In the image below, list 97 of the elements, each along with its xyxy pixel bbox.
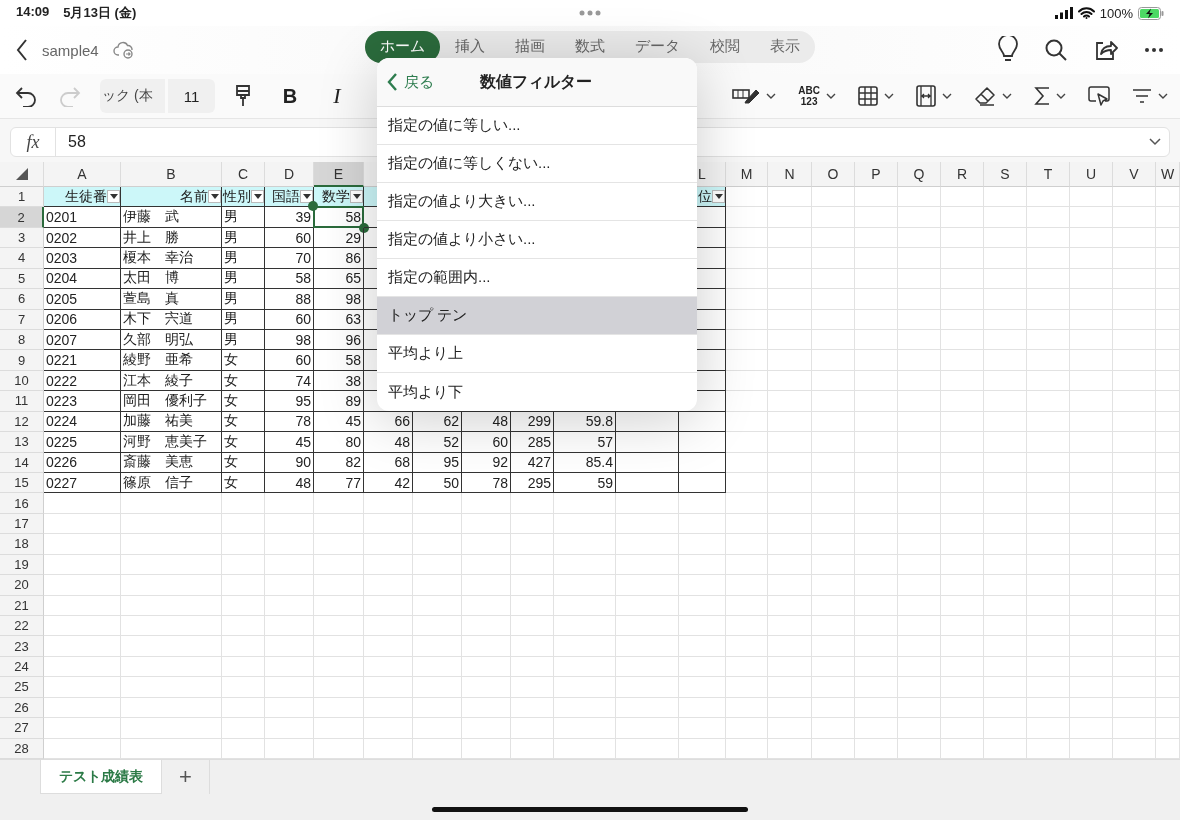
table-cell: 50 [413, 473, 462, 494]
table-cell: 90 [265, 452, 314, 473]
table-cell: 68 [364, 452, 413, 473]
function-label: fx [11, 128, 56, 156]
column-title: 位 [698, 187, 712, 206]
table-cell: 0205 [44, 289, 121, 310]
table-cell: 85.4 [554, 452, 616, 473]
table-cell: 河野 恵美子 [121, 432, 222, 453]
table-cell: 男 [222, 309, 265, 330]
column-title: 生徒番 [65, 187, 107, 206]
table-cell: 0224 [44, 411, 121, 433]
table-cell: 0206 [44, 309, 121, 330]
table-cell: 0226 [44, 452, 121, 473]
table-cell: 岡田 優利子 [121, 391, 222, 412]
column-title: 国語 [272, 187, 300, 206]
column-title: 性別 [223, 187, 251, 206]
table-cell: 92 [462, 452, 511, 473]
status-time: 14:09 [16, 4, 50, 21]
table-cell: 男 [222, 268, 265, 290]
table-cell: 男 [222, 248, 265, 269]
table-cell: 篠原 信子 [121, 473, 222, 494]
table-cell: 萱島 真 [121, 289, 222, 310]
table-cell: 74 [265, 370, 314, 392]
table-cell: 女 [222, 452, 265, 473]
table-cell: 0202 [44, 227, 121, 249]
table-cell: 女 [222, 370, 265, 392]
status-date: 5月13日 (金) [63, 4, 137, 22]
table-cell: 0225 [44, 432, 121, 453]
table-cell: 65 [314, 268, 364, 290]
table-cell: 60 [462, 432, 511, 453]
table-cell: 加藤 祐美 [121, 411, 222, 433]
table-cell: 60 [265, 350, 314, 371]
table-cell: 86 [314, 248, 364, 269]
table-cell: 60 [265, 309, 314, 330]
table-cell: 0203 [44, 248, 121, 269]
table-cell: 男 [222, 207, 265, 228]
table-cell: 女 [222, 391, 265, 412]
table-cell: 井上 勝 [121, 227, 222, 249]
table-cell: 57 [554, 432, 616, 453]
table-cell: 285 [511, 432, 554, 453]
table-cell: 58 [265, 268, 314, 290]
table-cell: 29 [314, 227, 364, 249]
table-cell: 63 [314, 309, 364, 330]
table-cell: 女 [222, 411, 265, 433]
table-cell: 88 [265, 289, 314, 310]
table-cell: 59 [554, 473, 616, 494]
battery-percent: 100% [1099, 5, 1133, 21]
table-cell: 45 [314, 411, 364, 433]
table-cell: 82 [314, 452, 364, 473]
table-cell: 太田 博 [121, 268, 222, 290]
table-cell: 伊藤 武 [121, 207, 222, 228]
table-cell: 98 [265, 330, 314, 351]
table-cell: 38 [314, 370, 364, 392]
column-title: 名前 [180, 187, 208, 206]
table-cell: 95 [413, 452, 462, 473]
table-cell: 0207 [44, 330, 121, 351]
table-cell: 45 [265, 432, 314, 453]
table-cell: 江本 綾子 [121, 370, 222, 392]
table-cell: 70 [265, 248, 314, 269]
table-cell: 0204 [44, 268, 121, 290]
table-cell: 榎本 幸治 [121, 248, 222, 269]
table-cell: 0222 [44, 370, 121, 392]
table-cell: 427 [511, 452, 554, 473]
table-cell: 80 [314, 432, 364, 453]
table-cell: 男 [222, 227, 265, 249]
table-cell: 96 [314, 330, 364, 351]
table-cell: 女 [222, 432, 265, 453]
table-cell: 48 [364, 432, 413, 453]
table-cell: 女 [222, 350, 265, 371]
table-cell: 58 [314, 350, 364, 371]
formula-value: 58 [67, 133, 86, 151]
table-cell: 女 [222, 473, 265, 494]
table-cell: 42 [364, 473, 413, 494]
table-cell: 斎藤 美恵 [121, 452, 222, 473]
table-cell: 綾野 亜希 [121, 350, 222, 371]
table-cell: 78 [462, 473, 511, 494]
table-cell: 295 [511, 473, 554, 494]
table-cell: 52 [413, 432, 462, 453]
table-cell: 0227 [44, 473, 121, 494]
table-cell: 58 [314, 207, 364, 228]
table-cell: 0223 [44, 391, 121, 412]
menu-title: 数値フィルター [480, 71, 592, 92]
table-cell: 0201 [44, 207, 121, 228]
table-cell: 89 [314, 391, 364, 412]
table-cell: 78 [265, 411, 314, 433]
table-cell: 木下 宍道 [121, 309, 222, 330]
table-cell: 95 [265, 391, 314, 412]
file-name: sample4 [42, 41, 99, 59]
table-cell: 久部 明弘 [121, 330, 222, 351]
table-cell: 男 [222, 330, 265, 351]
column-title: 数学 [322, 187, 350, 206]
table-cell: 60 [265, 227, 314, 249]
table-cell: 48 [265, 473, 314, 494]
table-cell: 男 [222, 289, 265, 310]
table-cell: 98 [314, 289, 364, 310]
table-cell: 0221 [44, 350, 121, 371]
table-cell: 77 [314, 473, 364, 494]
